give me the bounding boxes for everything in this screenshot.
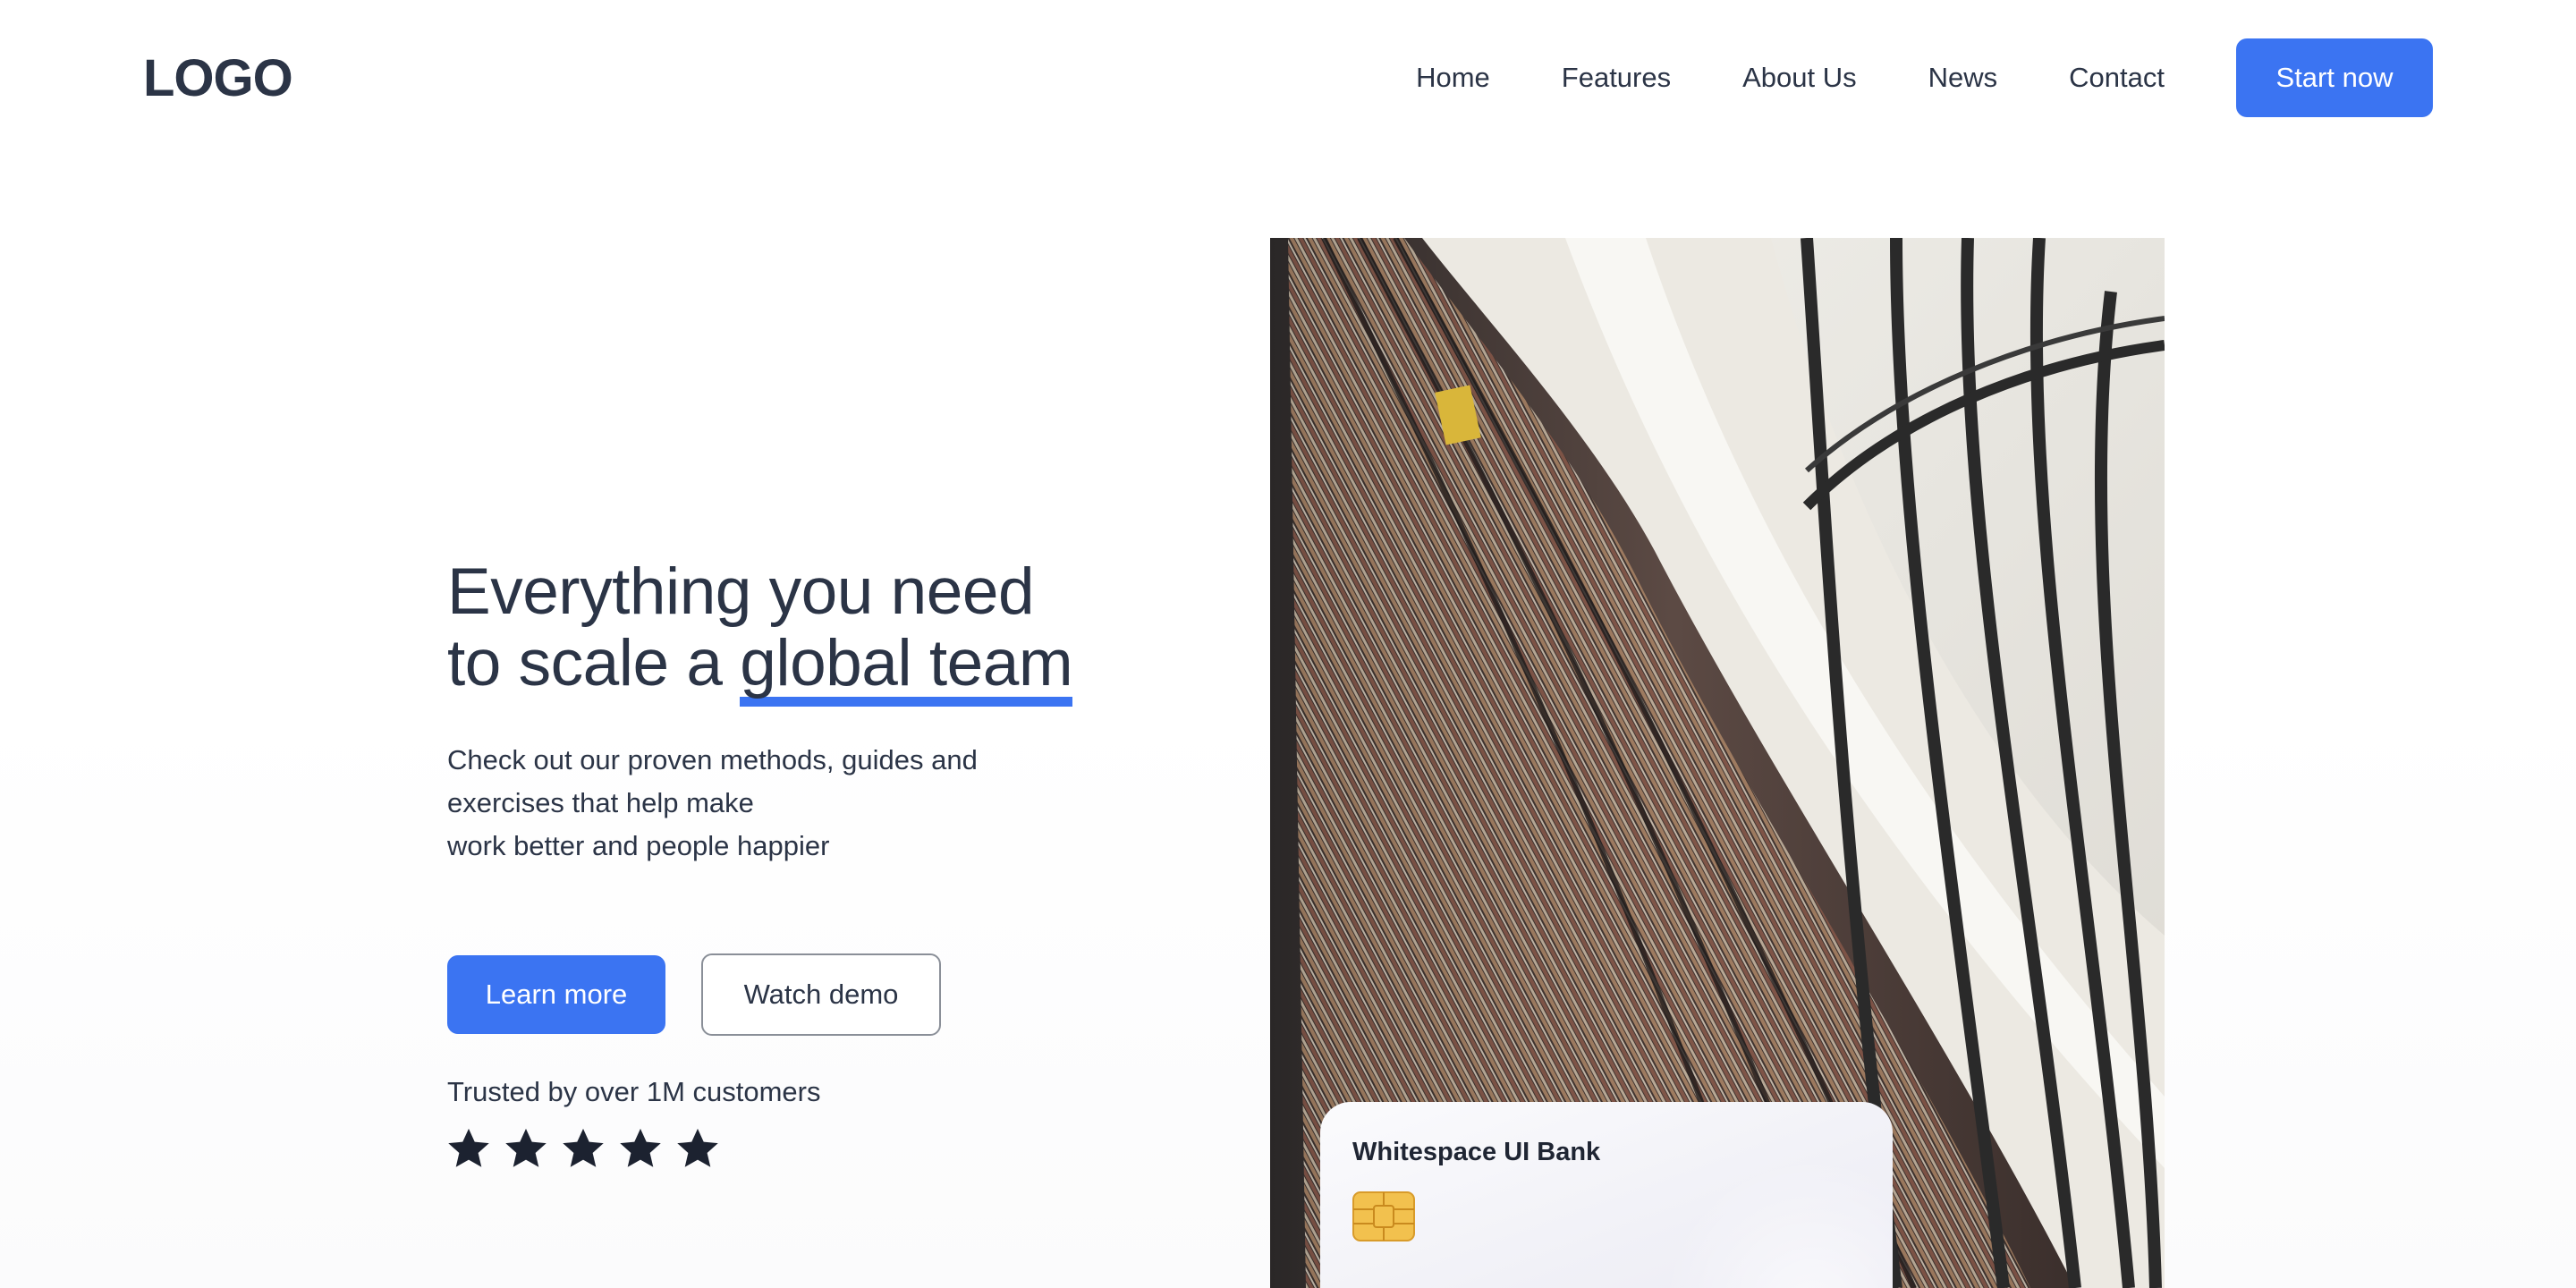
trusted-text: Trusted by over 1M customers (447, 1076, 821, 1107)
sim-chip-icon (1352, 1191, 1415, 1241)
nav-features[interactable]: Features (1562, 62, 1671, 94)
hero-description-line: exercises that help make (447, 787, 754, 818)
landing-page: LOGO Home Features About Us News Contact… (0, 0, 2576, 1288)
rating-stars (445, 1125, 732, 1172)
site-header: LOGO Home Features About Us News Contact… (143, 38, 2433, 118)
hero-description-line: Check out our proven methods, guides and (447, 744, 978, 775)
hero-title-line1: Everything you need (447, 555, 1035, 628)
star-icon (677, 1128, 718, 1167)
star-icon (563, 1128, 604, 1167)
hero-title-line2: to scale a (447, 627, 741, 699)
hero-title-highlight: global team (740, 631, 1073, 707)
nav-news[interactable]: News (1928, 62, 1998, 94)
nav-contact[interactable]: Contact (2069, 62, 2165, 94)
star-icon (448, 1128, 489, 1167)
logo[interactable]: LOGO (143, 48, 293, 108)
hero-description-line: work better and people happier (447, 830, 830, 861)
star-icon (505, 1128, 547, 1167)
nav-about-us[interactable]: About Us (1742, 62, 1857, 94)
nav-home[interactable]: Home (1416, 62, 1490, 94)
learn-more-button[interactable]: Learn more (447, 955, 665, 1034)
bank-name: Whitespace UI Bank (1352, 1138, 1601, 1166)
bank-card: Whitespace UI Bank (1320, 1102, 1893, 1288)
hero-title: Everything you need to scale a global te… (447, 556, 1127, 707)
star-icon (620, 1128, 661, 1167)
watch-demo-button[interactable]: Watch demo (701, 953, 941, 1036)
hero-description: Check out our proven methods, guides and… (447, 739, 1091, 868)
start-now-button[interactable]: Start now (2236, 38, 2433, 117)
main-nav: Home Features About Us News Contact Star… (1416, 38, 2433, 117)
